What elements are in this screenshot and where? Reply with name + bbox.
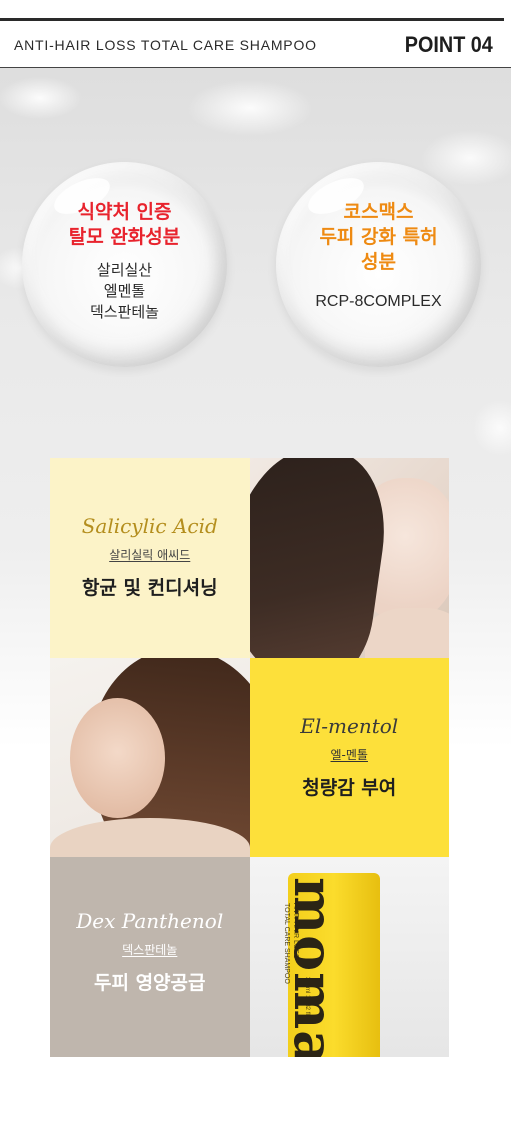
bubble-right-heading-3: 성분: [361, 251, 396, 273]
ingredient-benefit: 청량감 부여: [302, 776, 397, 799]
header-subtitle: ANTI-HAIR LOSS TOTAL CARE SHAMPOO: [14, 37, 317, 53]
bubble-right-body-1: RCP-8COMPLEX: [315, 293, 442, 310]
bubble-left-text: 식약처 인증 탈모 완화성분 살리실산 엘멘톨 덱스판테놀: [22, 200, 227, 323]
bubble-right-heading-2: 두피 강화 특허: [319, 226, 438, 248]
ingredient-name-en: Dex Panthenol: [76, 909, 224, 933]
ingredient-benefit: 두피 영양공급: [94, 972, 206, 994]
model-photo-1: [249, 458, 449, 658]
ingredient-name-en: Salicylic Acid: [81, 514, 218, 538]
header-top-rule: [0, 18, 504, 21]
ingredient-bubble-right: 코스맥스 두피 강화 특허 성분 RCP-8COMPLEX: [276, 162, 481, 367]
bubble-left-body-1: 살리실산: [96, 261, 153, 279]
ingredient-card-elmentol: El-mentol 엘-멘톨 청량감 부여: [249, 657, 449, 857]
ingredient-name-kr: 엘-멘톨: [330, 747, 368, 762]
bubble-right-heading-1: 코스맥스: [343, 201, 414, 223]
product-photo: ANTI-HAIR LOSS TOTAL CARE SHAMPOO 320ml …: [249, 857, 449, 1057]
model-photo-2: [50, 657, 250, 857]
ingredient-name-kr: 덱스판테놀: [122, 943, 178, 957]
ingredient-bubble-left: 식약처 인증 탈모 완화성분 살리실산 엘멘톨 덱스판테놀: [22, 162, 227, 367]
bubble-left-body-2: 엘멘톨: [103, 282, 146, 300]
bubble-left-body-3: 덱스판테놀: [89, 303, 159, 321]
ingredient-card-salicylic: Salicylic Acid 살리실릭 애씨드 항균 및 컨디셔닝: [50, 458, 250, 658]
ingredient-grid: Salicylic Acid 살리실릭 애씨드 항균 및 컨디셔닝 El-men…: [50, 458, 449, 1057]
bubble-left-heading-1: 식약처 인증: [77, 201, 172, 223]
bottle-brand: moma: [281, 877, 346, 1057]
point-label: POINT 04: [404, 32, 493, 57]
ingredient-name-kr: 살리실릭 애씨드: [109, 548, 191, 562]
ingredient-name-en: El-mentol: [300, 713, 399, 738]
bubble-left-heading-2: 탈모 완화성분: [68, 226, 181, 248]
ingredient-card-dexpanthenol: Dex Panthenol 덱스판테놀 두피 영양공급: [50, 857, 250, 1057]
bubble-right-text: 코스맥스 두피 강화 특허 성분 RCP-8COMPLEX: [276, 200, 481, 312]
ingredient-benefit: 항균 및 컨디셔닝: [81, 577, 218, 599]
